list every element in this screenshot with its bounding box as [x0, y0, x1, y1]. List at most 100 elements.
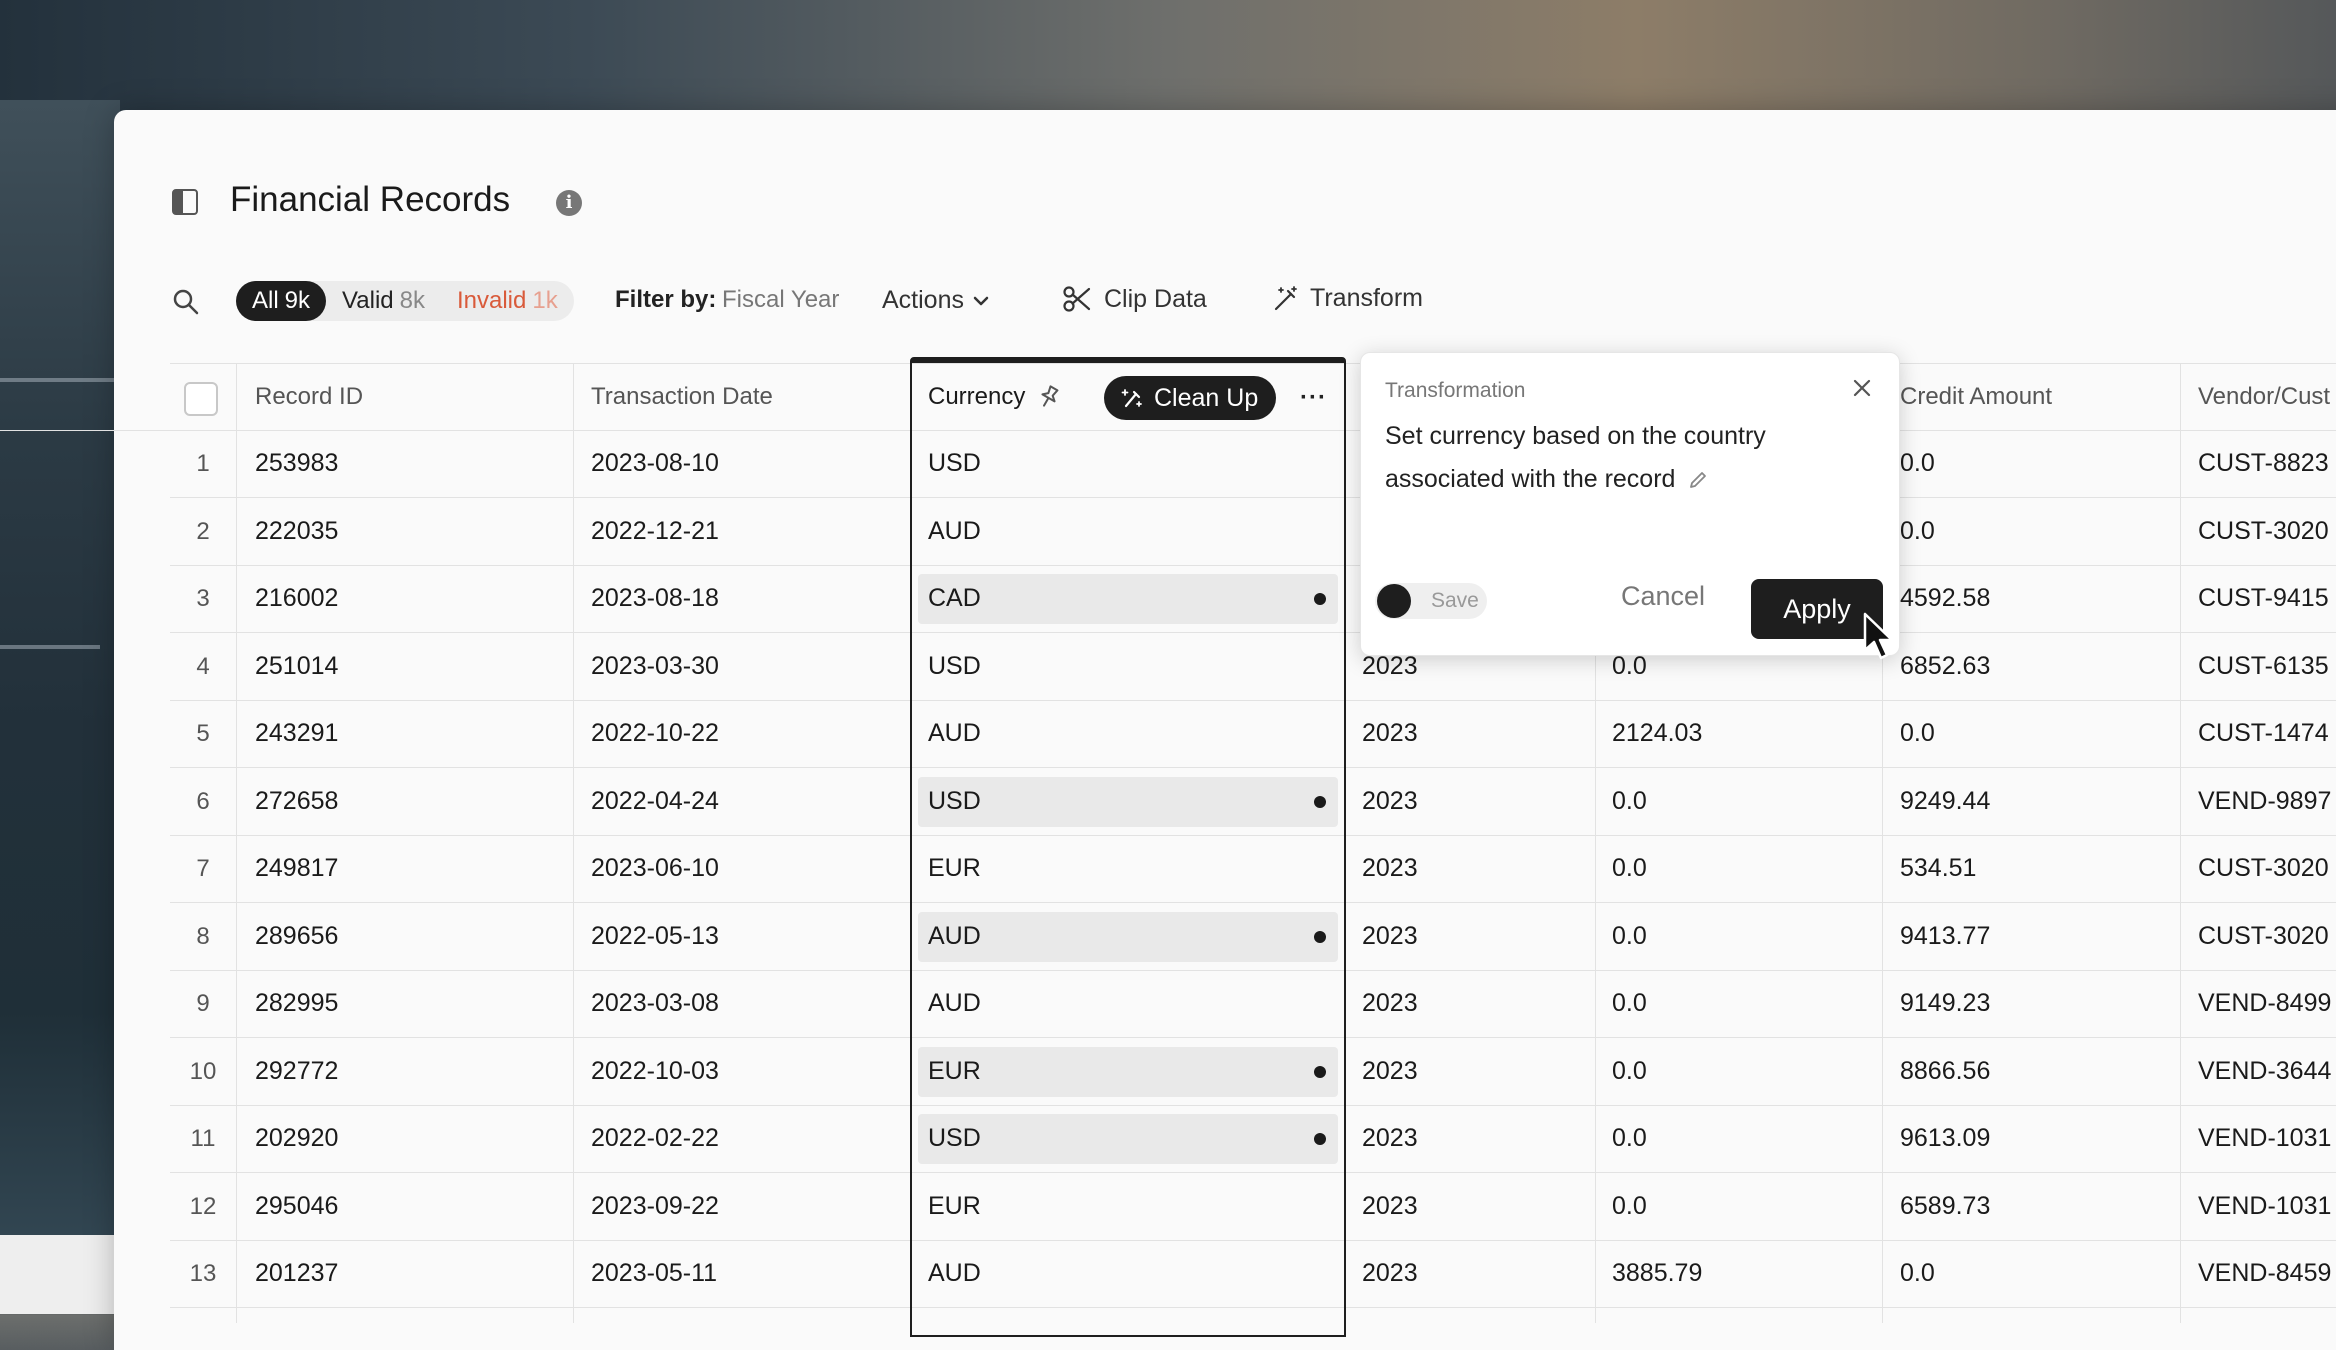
cell-vendor[interactable]: VEND-8499 — [2198, 970, 2331, 1037]
cell-credit[interactable]: 0.0 — [1900, 700, 1935, 767]
cell-credit[interactable]: 9413.77 — [1900, 903, 1990, 970]
cell-credit[interactable]: 9613.09 — [1900, 1105, 1990, 1172]
cell-debit[interactable]: 2124.03 — [1612, 700, 1702, 767]
cell-date[interactable]: 2022-02-22 — [591, 1105, 719, 1172]
cell-date[interactable]: 2023-09-22 — [591, 1173, 719, 1240]
transformation-prompt[interactable]: Set currency based on the country associ… — [1385, 415, 1825, 501]
cell-vendor[interactable]: VEND-1031 — [2198, 1105, 2331, 1172]
transform-button[interactable]: Transform — [1272, 284, 1423, 313]
cell-date[interactable]: 2023-08-18 — [591, 565, 719, 632]
sidebar-toggle-icon[interactable] — [172, 189, 198, 215]
column-header-transaction-date[interactable]: Transaction Date — [591, 363, 773, 430]
cell-vendor[interactable]: VEND-3644 — [2198, 1038, 2331, 1105]
segment-valid-label: Valid — [342, 287, 394, 314]
cell-vendor[interactable]: CUST-3020 — [2198, 498, 2329, 565]
cell-debit[interactable]: 0.0 — [1612, 835, 1647, 902]
cell-fy[interactable]: 2023 — [1362, 700, 1418, 767]
pencil-icon[interactable] — [1688, 470, 1708, 490]
cell-credit[interactable]: 9249.44 — [1900, 768, 1990, 835]
row-number: 12 — [189, 1192, 217, 1220]
cell-id[interactable]: 243291 — [255, 700, 338, 767]
cell-date[interactable]: 2022-12-21 — [591, 498, 719, 565]
cell-id[interactable]: 249817 — [255, 835, 338, 902]
cell-fy[interactable]: 2023 — [1362, 970, 1418, 1037]
cell-fy[interactable]: 2023 — [1362, 1038, 1418, 1105]
cell-credit[interactable]: 534.51 — [1900, 835, 1976, 902]
filter-dropdown[interactable]: Fiscal Year — [722, 286, 839, 314]
cell-date[interactable]: 2023-08-10 — [591, 430, 719, 497]
cell-vendor[interactable]: CUST-1474 — [2198, 700, 2329, 767]
cancel-button[interactable]: Cancel — [1621, 581, 1705, 612]
cell-credit[interactable]: 0.0 — [1900, 430, 1935, 497]
close-icon[interactable] — [1849, 375, 1875, 401]
cell-credit[interactable]: 9149.23 — [1900, 970, 1990, 1037]
segment-all[interactable]: All 9k — [236, 281, 327, 321]
magic-wand-icon — [1274, 285, 1297, 310]
column-header-credit-amount[interactable]: Credit Amount — [1900, 363, 2052, 430]
segment-invalid-label: Invalid — [456, 287, 527, 314]
toggle-knob — [1377, 584, 1411, 618]
cell-fy[interactable]: 2023 — [1362, 768, 1418, 835]
cell-vendor[interactable]: CUST-6135 — [2198, 633, 2329, 700]
cell-credit[interactable]: 4592.58 — [1900, 565, 1990, 632]
cell-id[interactable]: 222035 — [255, 498, 338, 565]
cell-fy[interactable]: 2023 — [1362, 1105, 1418, 1172]
segment-valid[interactable]: Valid 8k — [326, 281, 441, 321]
cell-debit[interactable]: 0.0 — [1612, 768, 1647, 835]
actions-menu-button[interactable]: Actions — [882, 286, 990, 315]
cell-date[interactable]: 2023-03-30 — [591, 633, 719, 700]
popover-title: Transformation — [1385, 379, 1526, 402]
cell-date[interactable]: 2023-06-10 — [591, 835, 719, 902]
cell-vendor[interactable]: VEND-8459 — [2198, 1240, 2331, 1307]
cell-fy[interactable]: 2023 — [1362, 1240, 1418, 1307]
cell-id[interactable]: 251014 — [255, 633, 338, 700]
cell-debit[interactable]: 0.0 — [1612, 1173, 1647, 1240]
cell-vendor[interactable]: CUST-3020 — [2198, 835, 2329, 902]
column-header-record-id[interactable]: Record ID — [255, 363, 363, 430]
cell-date[interactable]: 2022-05-13 — [591, 903, 719, 970]
cell-id[interactable]: 201237 — [255, 1240, 338, 1307]
cell-debit[interactable]: 3885.79 — [1612, 1240, 1702, 1307]
background-streak — [0, 645, 100, 649]
cell-vendor[interactable]: VEND-1031 — [2198, 1173, 2331, 1240]
cell-fy[interactable]: 2023 — [1362, 835, 1418, 902]
row-number: 9 — [196, 989, 210, 1017]
cell-id[interactable]: 295046 — [255, 1173, 338, 1240]
save-toggle[interactable]: Save — [1375, 583, 1487, 619]
cell-vendor[interactable]: CUST-3020 — [2198, 903, 2329, 970]
cell-fy[interactable]: 2023 — [1362, 1173, 1418, 1240]
cell-debit[interactable]: 0.0 — [1612, 1038, 1647, 1105]
cell-debit[interactable]: 0.0 — [1612, 1105, 1647, 1172]
cell-credit[interactable]: 0.0 — [1900, 498, 1935, 565]
cell-date[interactable]: 2023-03-08 — [591, 970, 719, 1037]
cell-vendor[interactable]: VEND-9897 — [2198, 768, 2331, 835]
cell-vendor[interactable]: CUST-8823 — [2198, 430, 2329, 497]
cell-credit[interactable]: 6589.73 — [1900, 1173, 1990, 1240]
clip-data-button[interactable]: Clip Data — [1062, 284, 1207, 314]
cell-credit[interactable]: 8866.56 — [1900, 1038, 1990, 1105]
cell-credit[interactable]: 0.0 — [1900, 1240, 1935, 1307]
cell-date[interactable]: 2022-10-03 — [591, 1038, 719, 1105]
background-photo-top — [0, 0, 2336, 115]
column-header-vendor[interactable]: Vendor/Cust — [2198, 363, 2330, 430]
cell-id[interactable]: 253983 — [255, 430, 338, 497]
cell-id[interactable]: 272658 — [255, 768, 338, 835]
search-icon[interactable] — [172, 288, 200, 316]
cell-id[interactable]: 216002 — [255, 565, 338, 632]
scissors-icon — [1063, 286, 1091, 312]
cell-credit[interactable]: 6852.63 — [1900, 633, 1990, 700]
cell-date[interactable]: 2022-04-24 — [591, 768, 719, 835]
info-icon[interactable]: i — [556, 190, 582, 216]
cell-id[interactable]: 202920 — [255, 1105, 338, 1172]
cell-date[interactable]: 2022-10-22 — [591, 700, 719, 767]
cell-id[interactable]: 282995 — [255, 970, 338, 1037]
cell-debit[interactable]: 0.0 — [1612, 903, 1647, 970]
cell-debit[interactable]: 0.0 — [1612, 970, 1647, 1037]
cell-id[interactable]: 289656 — [255, 903, 338, 970]
cell-id[interactable]: 292772 — [255, 1038, 338, 1105]
cell-vendor[interactable]: CUST-9415 — [2198, 565, 2329, 632]
segment-invalid[interactable]: Invalid 1k — [441, 281, 574, 321]
cell-fy[interactable]: 2023 — [1362, 903, 1418, 970]
cell-date[interactable]: 2023-05-11 — [591, 1240, 717, 1307]
row-number: 10 — [189, 1057, 217, 1085]
